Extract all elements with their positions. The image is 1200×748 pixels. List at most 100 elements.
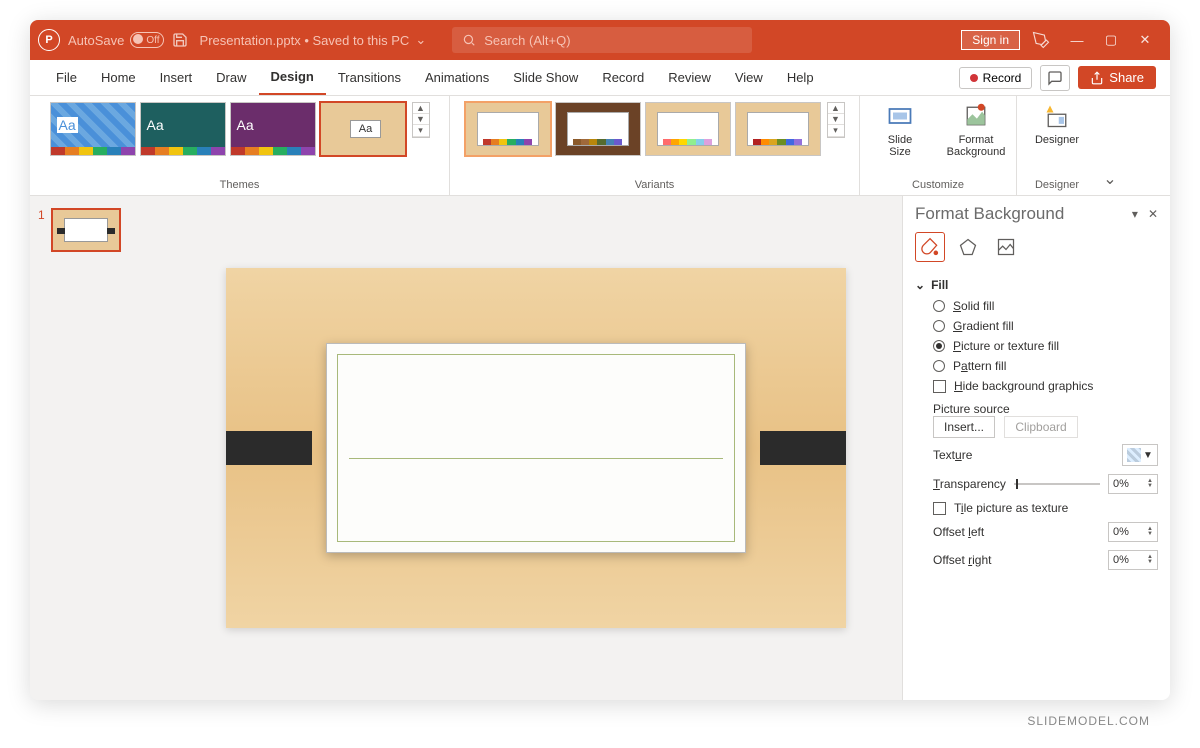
pen-icon[interactable]	[1032, 31, 1050, 49]
app-window: P AutoSave Off Presentation.pptx • Saved…	[30, 20, 1170, 700]
ribbon-group-designer: Designer Designer	[1017, 96, 1097, 195]
tab-file[interactable]: File	[44, 60, 89, 95]
theme-thumb-1[interactable]: Aa	[50, 102, 136, 156]
transparency-label: Transparency	[933, 477, 1006, 491]
designer-button[interactable]: Designer	[1021, 102, 1093, 146]
tab-design[interactable]: Design	[259, 60, 326, 95]
panel-tab-fill[interactable]	[915, 232, 945, 262]
tab-record[interactable]: Record	[590, 60, 656, 95]
format-background-panel: Format Background ▾ ✕ ⌄Fill Solid fill G…	[902, 196, 1170, 700]
comments-button[interactable]	[1040, 65, 1070, 91]
tab-home[interactable]: Home	[89, 60, 148, 95]
tab-animations[interactable]: Animations	[413, 60, 501, 95]
variant-thumb-3[interactable]	[645, 102, 731, 156]
variant-thumb-2[interactable]	[555, 102, 641, 156]
autosave-label: AutoSave	[68, 33, 124, 48]
slide-decor-right	[760, 431, 846, 465]
autosave-state: Off	[146, 35, 159, 46]
collapse-ribbon-button[interactable]: ⌄	[1097, 96, 1123, 195]
slide-canvas[interactable]	[170, 196, 902, 700]
scroll-up-icon[interactable]: ▲	[413, 103, 429, 114]
panel-tab-picture[interactable]	[991, 232, 1021, 262]
chevron-down-icon[interactable]: ⌄	[415, 32, 426, 48]
radio-picture-fill[interactable]: Picture or texture fill	[915, 336, 1158, 356]
document-title: Presentation.pptx • Saved to this PC	[200, 33, 410, 48]
slide-decor-left	[226, 431, 312, 465]
expand-icon[interactable]: ▾	[828, 125, 844, 137]
ribbon-tabs: File Home Insert Draw Design Transitions…	[30, 60, 1170, 96]
radio-solid-fill[interactable]: Solid fill	[915, 296, 1158, 316]
save-icon[interactable]	[172, 32, 188, 48]
themes-gallery-nav[interactable]: ▲▼▾	[412, 102, 430, 138]
ribbon-group-variants: ▲▼▾ Variants	[450, 96, 860, 195]
variants-gallery-nav[interactable]: ▲▼▾	[827, 102, 845, 138]
texture-dropdown[interactable]: ▼	[1122, 444, 1158, 466]
customize-group-label: Customize	[912, 179, 964, 193]
slide-title-card[interactable]	[326, 343, 746, 553]
offset-right-value[interactable]: 0%▲▼	[1108, 550, 1158, 570]
tab-draw[interactable]: Draw	[204, 60, 258, 95]
record-dot-icon	[970, 74, 978, 82]
slide-thumbnail-pane[interactable]: 1	[30, 196, 170, 700]
comment-icon	[1047, 70, 1063, 86]
tab-view[interactable]: View	[723, 60, 775, 95]
insert-picture-button[interactable]: Insert...	[933, 416, 995, 438]
panel-tab-effects[interactable]	[953, 232, 983, 262]
fill-section-toggle[interactable]: ⌄Fill	[915, 274, 1158, 296]
theme-thumb-3[interactable]: Aa	[230, 102, 316, 156]
offset-left-value[interactable]: 0%▲▼	[1108, 522, 1158, 542]
ribbon-group-themes: Aa Aa Aa Aa ▲▼▾ Themes	[30, 96, 450, 195]
slide-thumbnail[interactable]	[51, 208, 121, 252]
radio-gradient-fill[interactable]: Gradient fill	[915, 316, 1158, 336]
tab-review[interactable]: Review	[656, 60, 723, 95]
scroll-up-icon[interactable]: ▲	[828, 103, 844, 114]
chevron-down-icon: ⌄	[915, 278, 925, 292]
paint-bucket-icon	[920, 237, 940, 257]
checkbox-hide-bg[interactable]: Hide background graphics	[915, 376, 1158, 396]
format-background-icon	[962, 102, 990, 130]
radio-pattern-fill[interactable]: Pattern fill	[915, 356, 1158, 376]
autosave-toggle[interactable]: AutoSave Off	[68, 32, 160, 48]
variant-thumb-4[interactable]	[735, 102, 821, 156]
theme-thumb-4[interactable]: Aa	[320, 102, 406, 156]
minimize-button[interactable]: —	[1060, 25, 1094, 55]
themes-group-label: Themes	[220, 179, 260, 193]
close-button[interactable]: ✕	[1128, 25, 1162, 55]
panel-close-button[interactable]: ✕	[1148, 207, 1158, 221]
slide-size-button[interactable]: Slide Size	[864, 102, 936, 158]
record-button[interactable]: Record	[959, 67, 1033, 89]
pentagon-icon	[958, 237, 978, 257]
expand-icon[interactable]: ▾	[413, 125, 429, 137]
designer-icon	[1043, 102, 1071, 130]
title-bar: P AutoSave Off Presentation.pptx • Saved…	[30, 20, 1170, 60]
picture-icon	[996, 237, 1016, 257]
scroll-down-icon[interactable]: ▼	[413, 114, 429, 125]
format-background-button[interactable]: Format Background	[940, 102, 1012, 158]
tab-help[interactable]: Help	[775, 60, 826, 95]
panel-options-icon[interactable]: ▾	[1132, 207, 1138, 221]
transparency-slider[interactable]	[1014, 483, 1100, 485]
checkbox-tile[interactable]: Tile picture as texture	[915, 498, 1158, 518]
share-icon	[1090, 71, 1104, 85]
share-button[interactable]: Share	[1078, 66, 1156, 89]
tab-insert[interactable]: Insert	[148, 60, 205, 95]
variants-group-label: Variants	[635, 179, 675, 193]
panel-title: Format Background	[915, 204, 1064, 224]
variant-thumb-1[interactable]	[465, 102, 551, 156]
ribbon: Aa Aa Aa Aa ▲▼▾ Themes ▲▼▾ Variants	[30, 96, 1170, 196]
scroll-down-icon[interactable]: ▼	[828, 114, 844, 125]
slide-thumb-1[interactable]: 1	[38, 208, 162, 252]
theme-thumb-2[interactable]: Aa	[140, 102, 226, 156]
texture-label: Texture	[933, 448, 972, 462]
maximize-button[interactable]: ▢	[1094, 25, 1128, 55]
search-input[interactable]: Search (Alt+Q)	[452, 27, 752, 53]
work-area: 1 Format Background ▾ ✕	[30, 196, 1170, 700]
slide[interactable]	[226, 268, 846, 628]
clipboard-button: Clipboard	[1004, 416, 1077, 438]
search-icon	[462, 33, 476, 47]
tab-transitions[interactable]: Transitions	[326, 60, 413, 95]
ribbon-group-customize: Slide Size Format Background Customize	[860, 96, 1017, 195]
sign-in-button[interactable]: Sign in	[961, 30, 1020, 50]
tab-slideshow[interactable]: Slide Show	[501, 60, 590, 95]
transparency-value[interactable]: 0%▲▼	[1108, 474, 1158, 494]
